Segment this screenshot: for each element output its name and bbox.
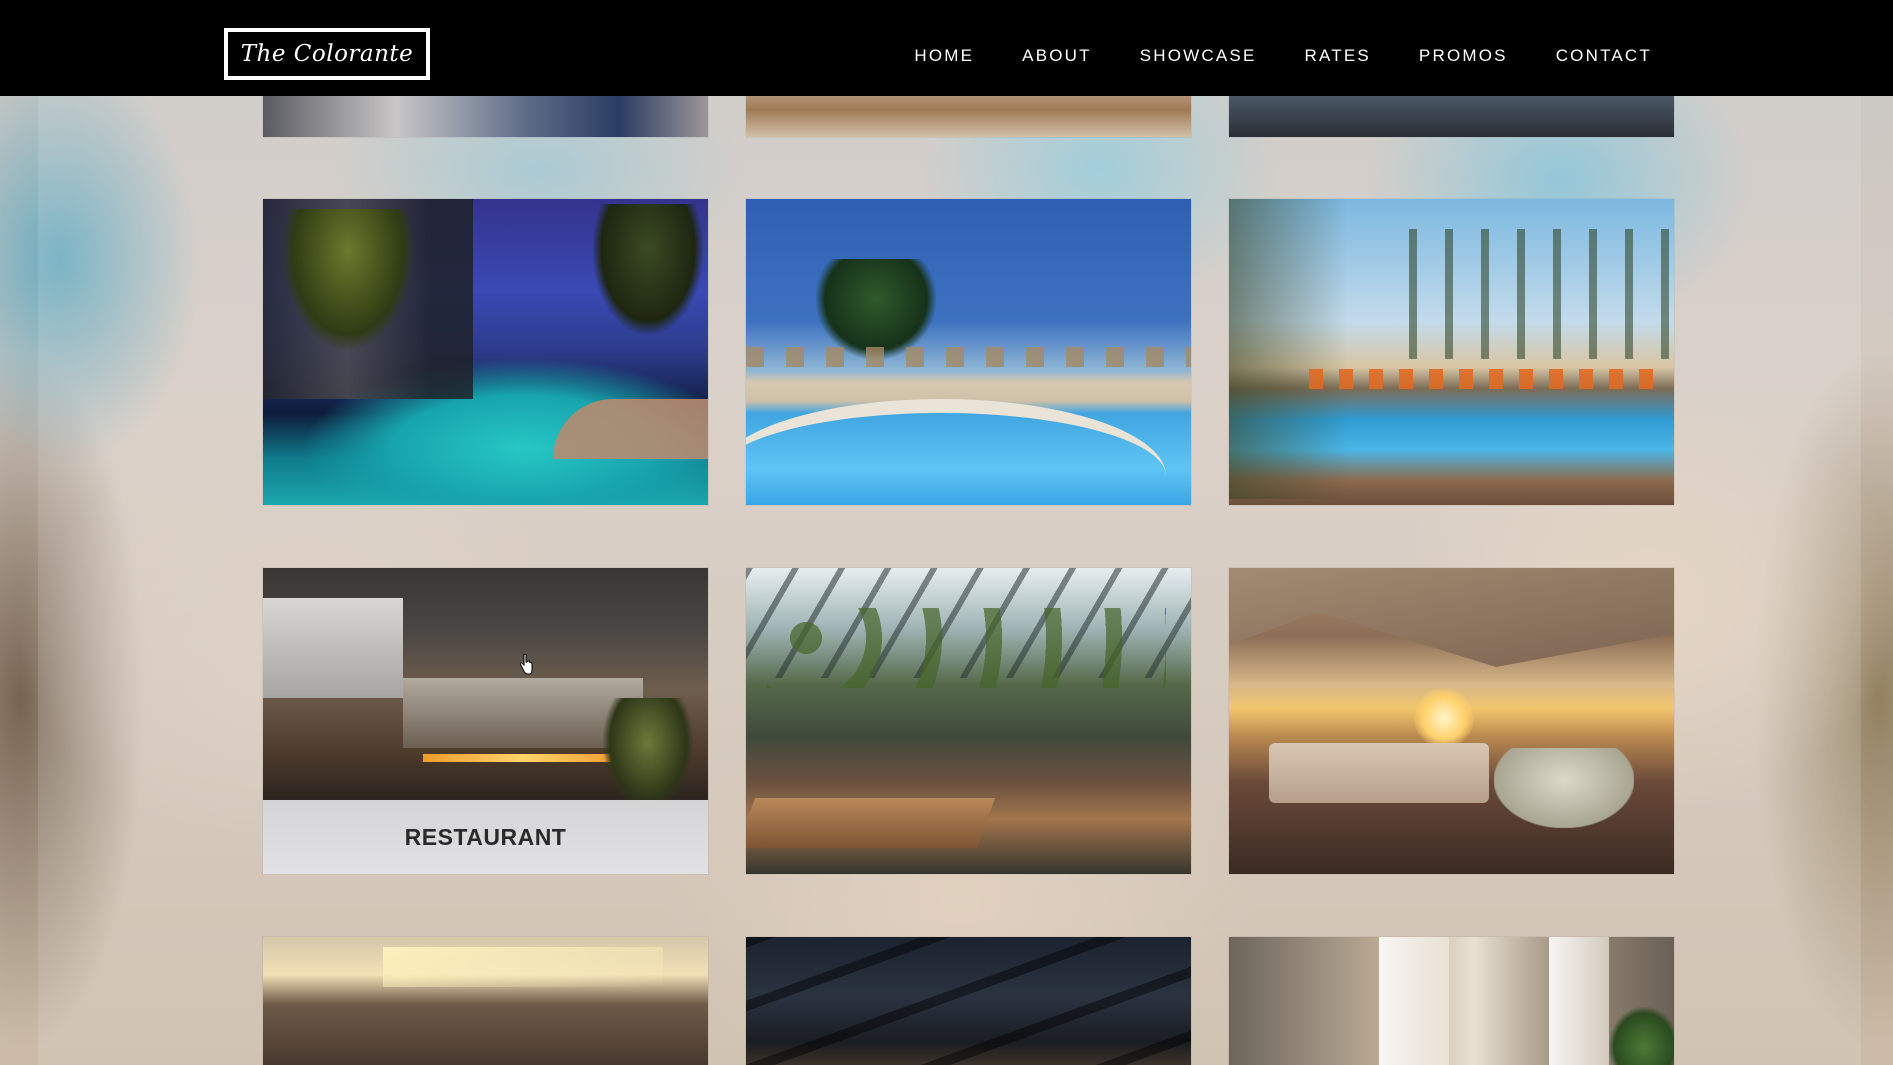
gallery-image <box>263 199 708 505</box>
nav-contact[interactable]: CONTACT <box>1556 46 1652 66</box>
gallery-image <box>1229 199 1674 505</box>
gallery-tile-pool-beach[interactable] <box>746 199 1191 505</box>
gallery-image <box>746 199 1191 505</box>
gallery-image <box>263 937 708 1065</box>
site-header: The Colorante HOME ABOUT SHOWCASE RATES … <box>0 0 1893 96</box>
nav-showcase[interactable]: SHOWCASE <box>1140 46 1257 66</box>
nav-promos[interactable]: PROMOS <box>1419 46 1508 66</box>
gallery-tile-restaurant[interactable]: RESTAURANT <box>263 568 708 874</box>
logo-text: The Colorante <box>240 41 414 67</box>
nav-rates[interactable]: RATES <box>1305 46 1371 66</box>
nav-about[interactable]: ABOUT <box>1022 46 1092 66</box>
gallery-image <box>746 568 1191 874</box>
gallery-tile-greenhouse-cafe[interactable] <box>746 568 1191 874</box>
main-nav: HOME ABOUT SHOWCASE RATES PROMOS CONTACT <box>914 0 1652 112</box>
content-panel <box>38 0 1861 1065</box>
gallery-tile-spa[interactable] <box>1229 937 1674 1065</box>
gallery-tile-pool-resort[interactable] <box>1229 199 1674 505</box>
site-logo[interactable]: The Colorante <box>224 28 430 80</box>
gallery-tile-bar[interactable] <box>746 937 1191 1065</box>
nav-home[interactable]: HOME <box>914 46 974 66</box>
gallery-image <box>1229 937 1674 1065</box>
gallery-image <box>746 937 1191 1065</box>
hand-pointer-icon <box>519 654 533 675</box>
gallery-image <box>1229 568 1674 874</box>
gallery-tile-pool-night[interactable] <box>263 199 708 505</box>
tile-caption: RESTAURANT <box>263 800 708 874</box>
gallery-tile-terrace[interactable] <box>1229 568 1674 874</box>
gallery-tile-ballroom[interactable] <box>263 937 708 1065</box>
